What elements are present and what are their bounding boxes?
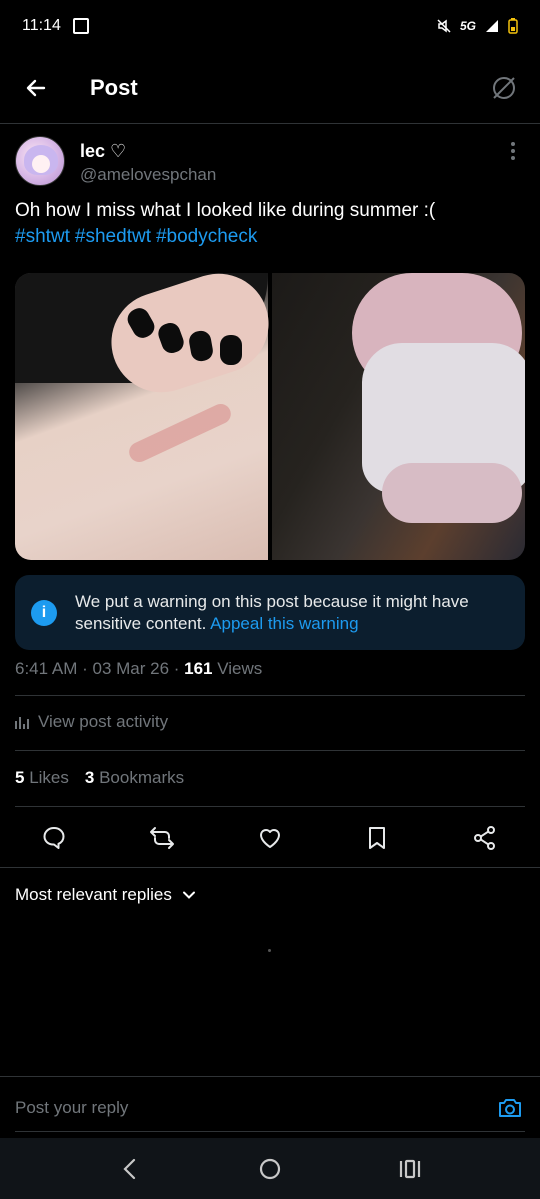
mute-icon <box>437 19 451 33</box>
replies-sort-dropdown[interactable]: Most relevant replies <box>15 885 196 905</box>
divider <box>0 867 540 868</box>
grok-icon <box>493 76 515 99</box>
hashtag[interactable]: #shedtwt <box>75 226 151 247</box>
post-body: Oh how I miss what I looked like during … <box>15 200 436 221</box>
top-app-bar: Post <box>0 52 540 124</box>
reply-input[interactable] <box>15 1087 495 1128</box>
nav-recents-button[interactable] <box>390 1149 430 1189</box>
bookmark-button[interactable] <box>363 824 391 852</box>
post-author: lec ♡ @amelovespchan <box>15 136 525 190</box>
divider <box>15 695 525 696</box>
status-time: 11:14 <box>22 17 61 34</box>
bookmark-icon <box>369 827 386 849</box>
repost-icon <box>149 827 174 849</box>
reply-button[interactable] <box>40 824 68 852</box>
sensitive-content-warning: i We put a warning on this post because … <box>15 575 525 650</box>
home-circle-icon <box>259 1158 281 1179</box>
reply-composer <box>0 1076 540 1138</box>
views-label: Views <box>212 659 263 678</box>
divider <box>15 806 525 807</box>
hashtag[interactable]: #shtwt <box>15 226 70 247</box>
camera-button[interactable] <box>495 1093 525 1123</box>
camera-icon <box>499 1098 521 1117</box>
grok-button[interactable] <box>490 74 518 102</box>
page-title: Post <box>90 74 138 100</box>
activity-label: View post activity <box>38 712 169 731</box>
post-stats: 5 Likes 3 Bookmarks <box>15 768 184 788</box>
avatar[interactable] <box>15 136 65 186</box>
analytics-icon <box>15 716 29 729</box>
hashtags: #shtwt #shedtwt #bodycheck <box>15 224 525 250</box>
loading-indicator <box>268 949 271 952</box>
back-button[interactable] <box>22 74 50 102</box>
post-meta: 6:41 AM · 03 Mar 26 · 161 Views <box>15 659 263 678</box>
author-name[interactable]: lec ♡ <box>80 141 216 162</box>
nav-home-button[interactable] <box>250 1149 290 1189</box>
info-icon: i <box>31 599 57 626</box>
chevron-down-icon <box>182 891 195 899</box>
network-label: 5G <box>459 19 476 33</box>
likes-stat[interactable]: 5 Likes <box>15 768 69 788</box>
view-post-activity[interactable]: View post activity <box>15 712 168 732</box>
views-count: 161 <box>184 659 213 678</box>
reply-icon <box>43 827 65 849</box>
replies-sort-label: Most relevant replies <box>15 885 172 904</box>
author-handle[interactable]: @amelovespchan <box>80 165 216 185</box>
divider <box>15 750 525 751</box>
appeal-link[interactable]: Appeal this warning <box>210 614 358 633</box>
signal-icon <box>486 20 498 32</box>
bookmarks-stat[interactable]: 3 Bookmarks <box>85 768 184 788</box>
post-actions <box>15 815 525 861</box>
like-button[interactable] <box>256 824 284 852</box>
chevron-left-icon <box>123 1158 136 1179</box>
nav-back-button[interactable] <box>110 1149 150 1189</box>
recents-icon <box>399 1159 421 1178</box>
battery-icon <box>508 18 518 34</box>
repost-button[interactable] <box>148 824 176 852</box>
post-media <box>15 273 525 560</box>
post-image[interactable] <box>272 273 525 560</box>
post-image[interactable] <box>15 273 282 560</box>
sim-icon <box>72 18 89 34</box>
heart-icon <box>259 829 280 848</box>
hashtag[interactable]: #bodycheck <box>156 226 257 247</box>
post-text: Oh how I miss what I looked like during … <box>15 198 525 250</box>
arrow-left-icon <box>26 79 46 96</box>
more-button[interactable] <box>501 136 525 166</box>
post-date: 03 Mar 26 <box>92 659 170 678</box>
post-time: 6:41 AM <box>15 659 78 678</box>
share-icon <box>474 826 495 850</box>
share-button[interactable] <box>471 824 499 852</box>
system-navigation-bar <box>0 1138 540 1199</box>
status-bar: 11:14 5G <box>0 0 540 52</box>
more-vertical-icon <box>511 142 515 146</box>
